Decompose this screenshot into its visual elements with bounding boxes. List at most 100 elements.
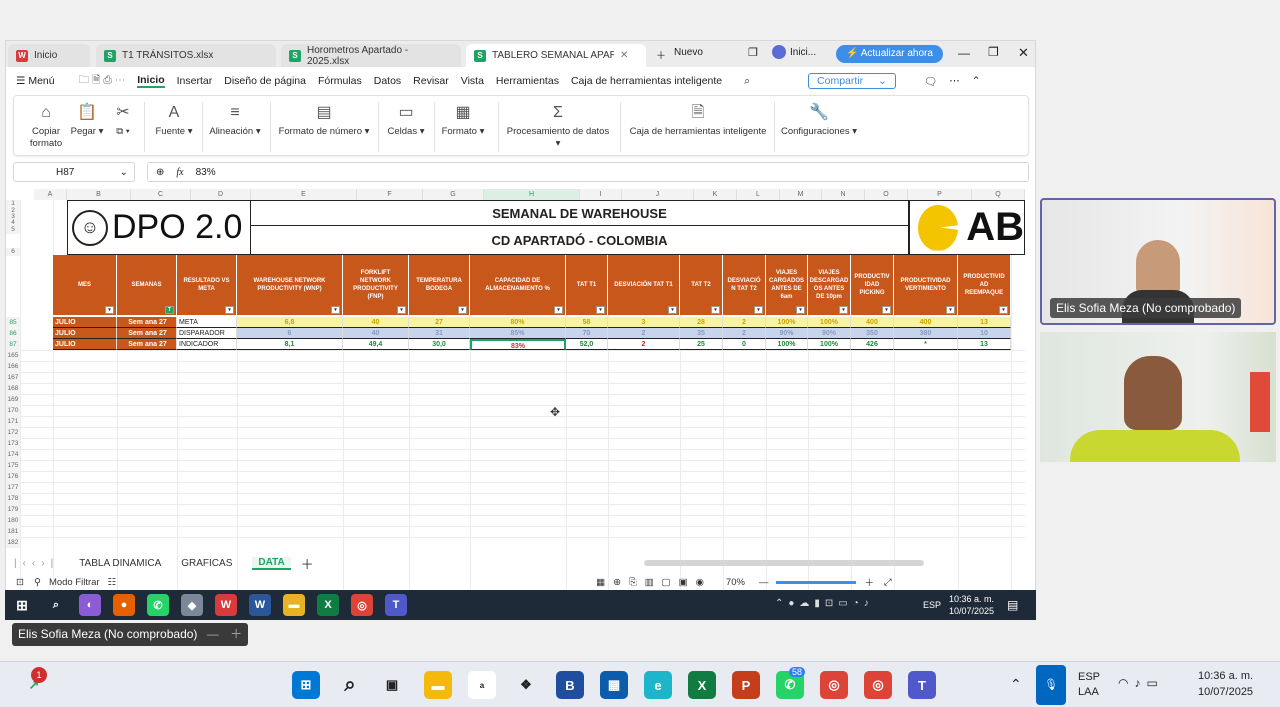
table-cell[interactable]: META <box>177 317 237 328</box>
maximize-icon[interactable]: ❐ <box>988 45 999 59</box>
format-button[interactable]: ▦ Formato ▾ <box>440 104 486 138</box>
teams-icon[interactable]: T <box>908 671 936 699</box>
menu-vista[interactable]: Vista <box>461 75 484 87</box>
row-number[interactable]: 173 <box>6 438 20 449</box>
table-cell[interactable]: 380 <box>894 328 958 339</box>
row-number[interactable]: 179 <box>6 504 20 515</box>
profile-button[interactable]: Inici... <box>772 45 816 59</box>
column-header[interactable]: M <box>780 189 822 200</box>
table-cell[interactable]: 100% <box>766 339 808 350</box>
paste-button[interactable]: 📋 Pegar ▾ <box>70 104 104 138</box>
table-cell[interactable]: 58 <box>566 317 608 328</box>
microphone-icon[interactable]: 🎙 <box>1036 665 1066 705</box>
macro-icon[interactable]: ⊡ <box>16 577 24 588</box>
table-cell[interactable]: * <box>894 339 958 350</box>
table-cell[interactable]: 0 <box>723 339 766 350</box>
zoom-slider[interactable] <box>776 580 857 584</box>
column-header[interactable]: H <box>484 189 580 200</box>
table-cell[interactable]: 100% <box>808 339 851 350</box>
row-number[interactable]: 6 <box>6 248 20 256</box>
table-cell[interactable]: 400 <box>894 317 958 328</box>
collapse-icon[interactable]: ⌃ <box>972 75 981 87</box>
table-cell[interactable]: 31 <box>409 328 470 339</box>
filter-dropdown-icon[interactable]: ▾ <box>225 306 234 314</box>
table-cell[interactable]: 35 <box>680 328 723 339</box>
table-cell[interactable]: 40 <box>343 317 409 328</box>
copilot-icon[interactable]: ◐ <box>79 594 101 616</box>
filter-dropdown-icon[interactable]: ▾ <box>105 306 114 314</box>
notification-icon[interactable]: ▤ <box>1007 598 1018 612</box>
settings-button[interactable]: 🔧 Configuraciones ▾ <box>778 104 860 138</box>
menu-inicio[interactable]: Inicio <box>137 74 165 88</box>
minimize-icon[interactable]: — <box>207 627 219 641</box>
filter-dropdown-icon[interactable]: ▾ <box>882 306 891 314</box>
dropbox-icon[interactable]: ❖ <box>512 671 540 699</box>
column-header[interactable]: D <box>191 189 251 200</box>
table-cell[interactable]: 350 <box>851 328 894 339</box>
close-icon[interactable]: ✕ <box>620 50 628 61</box>
table-cell[interactable]: 70 <box>566 328 608 339</box>
window-icon[interactable]: ❐ <box>748 46 758 59</box>
menu-button[interactable]: ☰ Menú <box>16 75 67 87</box>
filter-dropdown-icon[interactable]: ▾ <box>397 306 406 314</box>
table-cell[interactable]: Sem ana 27 <box>117 339 177 350</box>
tab-transitos[interactable]: S T1 TRÁNSITOS.xlsx <box>96 44 276 67</box>
task-view-icon[interactable]: ▣ <box>378 671 406 699</box>
table-cell[interactable]: 426 <box>851 339 894 350</box>
tab-horometros[interactable]: S Horometros Apartado - 2025.xlsx <box>281 44 461 67</box>
table-cell[interactable]: 27 <box>409 317 470 328</box>
row-number[interactable]: 167 <box>6 372 20 383</box>
table-cell[interactable]: DISPARADOR <box>177 328 237 339</box>
search-icon[interactable]: ⌕ <box>744 75 750 88</box>
table-cell[interactable]: 2 <box>723 328 766 339</box>
more-icon[interactable]: ⋯ <box>949 75 960 87</box>
table-cell[interactable]: JULIO <box>53 339 117 350</box>
row-number[interactable]: 85 <box>6 317 20 328</box>
filter-dropdown-icon[interactable]: ▾ <box>839 306 848 314</box>
row-number[interactable]: 182 <box>6 537 20 548</box>
menu-caja[interactable]: Caja de herramientas inteligente <box>571 75 722 87</box>
row-number[interactable]: 171 <box>6 416 20 427</box>
filter-dropdown-icon[interactable]: ▾ <box>331 306 340 314</box>
font-button[interactable]: A Fuente ▾ <box>152 104 196 138</box>
search-icon[interactable]: ⌕ <box>45 594 67 616</box>
row-number[interactable]: 177 <box>6 482 20 493</box>
row-number[interactable]: 172 <box>6 427 20 438</box>
menu-diseno[interactable]: Diseño de página <box>224 75 306 87</box>
row-number[interactable]: 181 <box>6 526 20 537</box>
powerpoint-icon[interactable]: P <box>732 671 760 699</box>
table-cell[interactable]: 6,8 <box>237 317 343 328</box>
table-cell[interactable]: 30,0 <box>409 339 470 350</box>
align-button[interactable]: ≡ Alineación ▾ <box>208 104 262 138</box>
table-cell[interactable]: 90% <box>808 328 851 339</box>
table-cell[interactable]: 90% <box>766 328 808 339</box>
table-cell[interactable]: 6 <box>237 328 343 339</box>
store-icon[interactable]: ▦ <box>600 671 628 699</box>
chevron-up-icon[interactable]: ⌃ <box>1010 676 1022 693</box>
filter-dropdown-icon[interactable]: ▾ <box>458 306 467 314</box>
menu-datos[interactable]: Datos <box>374 75 401 87</box>
filter-dropdown-icon[interactable]: ▾ <box>554 306 563 314</box>
comment-icon[interactable]: 🗨 <box>924 75 937 88</box>
cut-button[interactable]: ✂ ⧉ ▾ <box>110 104 136 138</box>
share-button[interactable]: Compartir ⌄ <box>808 73 896 89</box>
close-window-icon[interactable]: ✕ <box>1018 45 1029 61</box>
fullscreen-icon[interactable]: ⤢ <box>884 577 892 588</box>
number-format-button[interactable]: ▤ Formato de número ▾ <box>278 104 370 138</box>
row-number[interactable]: 178 <box>6 493 20 504</box>
table-cell[interactable]: 100% <box>808 317 851 328</box>
cells-button[interactable]: ▭ Celdas ▾ <box>386 104 426 138</box>
row-number[interactable]: 168 <box>6 383 20 394</box>
table-cell[interactable]: 2 <box>723 317 766 328</box>
teams-icon[interactable]: T <box>385 594 407 616</box>
data-processing-button[interactable]: Σ Procesamiento de datos ▾ <box>504 104 612 150</box>
tray-icons[interactable]: ⌃●☁▮⊡▭◔♪ <box>775 598 874 609</box>
windows-icon[interactable]: ⊞ <box>11 594 33 616</box>
firefox-icon[interactable]: ● <box>113 594 135 616</box>
chrome-icon[interactable]: ◎ <box>351 594 373 616</box>
view-icons[interactable]: ▦⊕⎘▥▢▣◉ <box>596 577 712 588</box>
column-header[interactable]: C <box>131 189 191 200</box>
folder-icon[interactable]: ▬ <box>283 594 305 616</box>
column-header[interactable]: P <box>908 189 972 200</box>
file-tools-icons[interactable]: 🗀 🗎 ⎙ ⋯ <box>79 72 126 90</box>
